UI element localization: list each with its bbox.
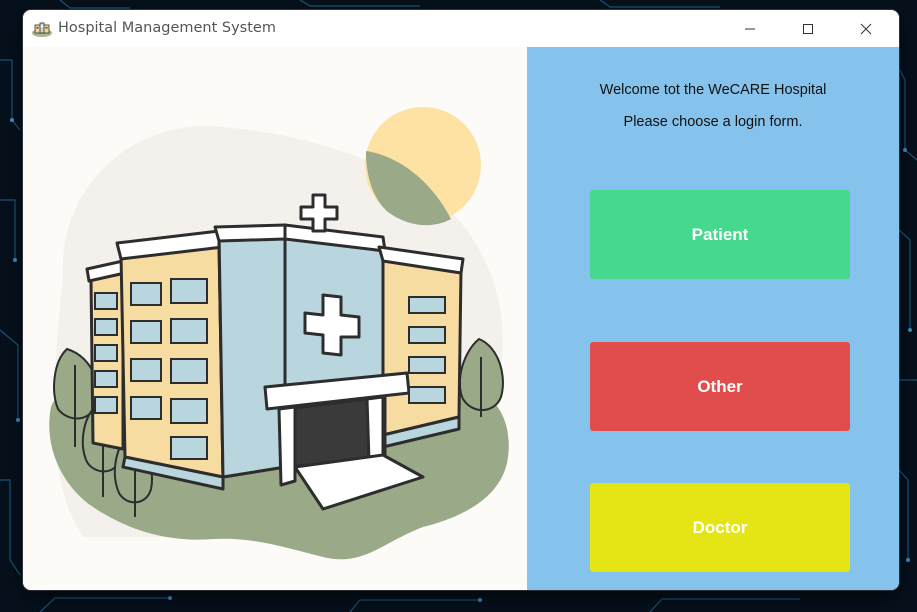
close-icon (860, 23, 872, 34)
doctor-login-button[interactable]: Doctor (590, 483, 850, 572)
patient-login-button[interactable]: Patient (590, 190, 850, 279)
app-window: Hospital Management System Welcome tot t… (23, 10, 899, 590)
title-bar[interactable]: Hospital Management System (23, 10, 899, 47)
minimize-button[interactable] (727, 10, 773, 47)
hospital-illustration (23, 47, 527, 590)
maximize-icon (803, 23, 813, 34)
other-login-button[interactable]: Other (590, 342, 850, 431)
hospital-app-icon (32, 22, 52, 37)
login-panel: Welcome tot the WeCARE Hospital Please c… (527, 47, 899, 590)
close-button[interactable] (843, 10, 889, 47)
window-content: Welcome tot the WeCARE Hospital Please c… (23, 47, 899, 590)
minimize-icon (745, 28, 755, 29)
login-instruction: Please choose a login form. (623, 114, 803, 130)
welcome-message: Welcome tot the WeCARE Hospital (599, 82, 827, 98)
maximize-button[interactable] (785, 10, 831, 47)
window-title: Hospital Management System (58, 20, 276, 36)
